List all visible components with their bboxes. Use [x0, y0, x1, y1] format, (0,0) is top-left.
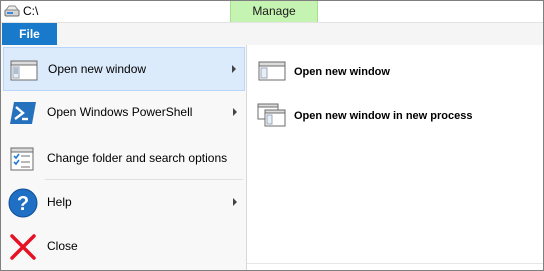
menu-item-folder-options[interactable]: Change folder and search options: [3, 137, 245, 181]
ribbon-tab-bar: File: [1, 23, 543, 46]
menu-item-close[interactable]: Close: [3, 225, 245, 269]
file-menu: Open new window Open Windows PowerShell: [1, 45, 247, 270]
windows-stack-icon: [257, 102, 287, 128]
window-icon: [8, 54, 40, 86]
tab-manage[interactable]: Manage: [230, 1, 318, 22]
help-icon: ?: [7, 187, 39, 219]
menu-item-label: Change folder and search options: [47, 151, 228, 165]
menu-item-label: Close: [47, 239, 78, 253]
submenu-item-open-new-process[interactable]: Open new window in new process: [253, 96, 539, 136]
menu-item-label: Help: [47, 195, 72, 209]
window-icon: [257, 58, 287, 84]
drive-icon: [4, 4, 20, 18]
submenu-divider: [247, 263, 543, 264]
menu-item-help[interactable]: ? Help: [3, 181, 245, 225]
title-bar: C:\ Manage: [1, 1, 543, 23]
powershell-icon: [7, 97, 39, 129]
close-icon: [7, 231, 39, 263]
menu-item-label: Open new window: [48, 62, 147, 76]
tab-file[interactable]: File: [2, 23, 57, 45]
chevron-right-icon: [232, 65, 236, 73]
svg-text:?: ?: [17, 193, 29, 215]
window-title: C:\: [23, 4, 39, 18]
menu-item-open-new-window[interactable]: Open new window: [3, 47, 245, 91]
menu-item-open-powershell[interactable]: Open Windows PowerShell: [3, 91, 245, 135]
menu-item-label: Open Windows PowerShell: [47, 105, 193, 119]
folder-options-icon: [7, 143, 39, 175]
submenu-item-label: Open new window: [294, 66, 390, 78]
chevron-right-icon: [233, 108, 237, 116]
submenu-item-label: Open new window in new process: [294, 110, 473, 122]
chevron-right-icon: [233, 198, 237, 206]
submenu-item-open-new-window[interactable]: Open new window: [253, 52, 539, 92]
submenu-panel: Open new window Open new window in new p…: [247, 45, 543, 270]
explorer-window: C:\ Manage File Open new window Open Win…: [0, 0, 544, 271]
